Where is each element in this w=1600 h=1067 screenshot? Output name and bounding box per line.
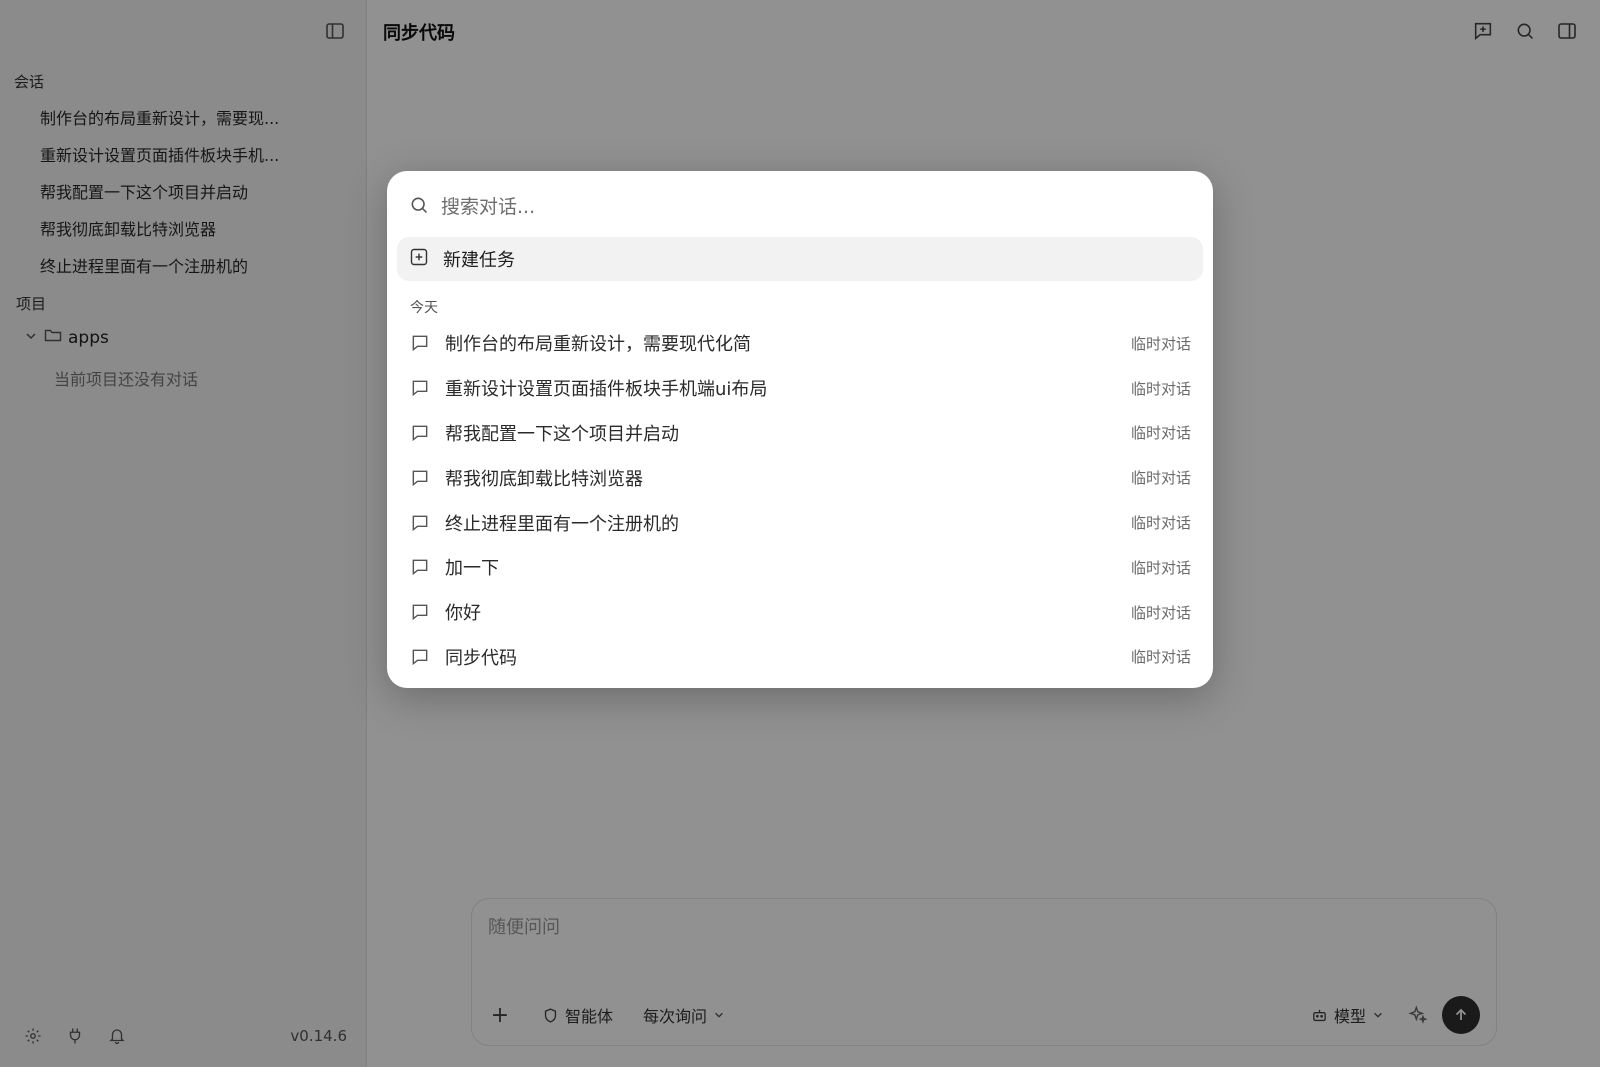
conversation-item[interactable]: 加一下 临时对话 <box>397 545 1203 590</box>
chat-bubble-icon <box>409 422 431 444</box>
conversation-title: 终止进程里面有一个注册机的 <box>445 513 679 535</box>
conversation-tag: 临时对话 <box>1130 558 1191 577</box>
conversation-item[interactable]: 帮我彻底卸载比特浏览器 临时对话 <box>397 455 1203 500</box>
conversation-tag: 临时对话 <box>1130 648 1191 667</box>
search-icon <box>409 195 429 219</box>
chat-bubble-icon <box>409 332 431 354</box>
chat-bubble-icon <box>409 556 431 578</box>
conversation-title: 同步代码 <box>445 647 517 669</box>
conversation-title: 重新设计设置页面插件板块手机端ui布局 <box>445 379 768 401</box>
new-task-icon <box>409 247 429 272</box>
conversation-tag: 临时对话 <box>1130 424 1191 443</box>
new-task-button[interactable]: 新建任务 <box>397 237 1203 281</box>
group-label-today: 今天 <box>410 300 438 316</box>
chat-bubble-icon <box>409 377 431 399</box>
conversation-title: 帮我彻底卸载比特浏览器 <box>445 468 643 490</box>
conversation-item[interactable]: 帮我配置一下这个项目并启动 临时对话 <box>397 411 1203 456</box>
chat-bubble-icon <box>409 512 431 534</box>
conversation-title: 加一下 <box>445 558 499 580</box>
conversation-tag: 临时对话 <box>1130 514 1191 533</box>
conversation-title: 制作台的布局重新设计，需要现代化简 <box>445 334 751 356</box>
conversation-tag: 临时对话 <box>1130 334 1191 353</box>
conversation-item[interactable]: 你好 临时对话 <box>397 590 1203 635</box>
search-row <box>409 191 1191 223</box>
conversation-item[interactable]: 终止进程里面有一个注册机的 临时对话 <box>397 500 1203 545</box>
conversation-item[interactable]: 重新设计设置页面插件板块手机端ui布局 临时对话 <box>397 366 1203 411</box>
conversation-title: 帮我配置一下这个项目并启动 <box>445 423 679 445</box>
search-conversations-input[interactable] <box>441 196 1141 218</box>
new-task-label: 新建任务 <box>443 250 515 271</box>
chat-bubble-icon <box>409 467 431 489</box>
conversation-item[interactable]: 同步代码 临时对话 <box>397 635 1203 680</box>
chat-bubble-icon <box>409 601 431 623</box>
chat-bubble-icon <box>409 646 431 668</box>
conversation-tag: 临时对话 <box>1130 603 1191 622</box>
conversation-title: 你好 <box>445 603 481 625</box>
conversation-list: 制作台的布局重新设计，需要现代化简 临时对话 重新设计设置页面插件板块手机端ui… <box>397 321 1203 679</box>
conversation-item[interactable]: 制作台的布局重新设计，需要现代化简 临时对话 <box>397 321 1203 366</box>
conversation-tag: 临时对话 <box>1130 379 1191 398</box>
conversation-tag: 临时对话 <box>1130 469 1191 488</box>
search-conversations-modal: 新建任务 今天 制作台的布局重新设计，需要现代化简 临时对话 重新设计设置页面插… <box>387 171 1213 688</box>
